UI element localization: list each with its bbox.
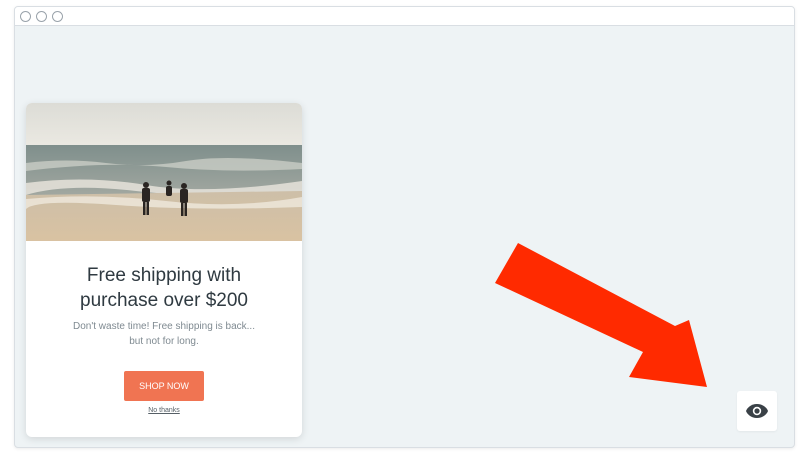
- eye-icon: [746, 404, 768, 418]
- preview-button[interactable]: [737, 391, 777, 431]
- browser-window: Free shipping with purchase over $200 Do…: [14, 6, 795, 448]
- popup-headline: Free shipping with purchase over $200: [26, 263, 302, 313]
- shop-now-button[interactable]: SHOP NOW: [124, 371, 204, 401]
- beach-hero-image: [26, 103, 302, 241]
- window-titlebar: [15, 7, 794, 26]
- window-dot-icon: [20, 11, 31, 22]
- no-thanks-link[interactable]: No thanks: [26, 407, 302, 414]
- headline-line: purchase over $200: [80, 290, 248, 311]
- promo-popup: Free shipping with purchase over $200 Do…: [26, 103, 302, 437]
- popup-subtext: Don't waste time! Free shipping is back.…: [46, 319, 282, 349]
- subtext-line: but not for long.: [129, 336, 199, 347]
- headline-line: Free shipping with: [86, 265, 242, 286]
- subtext-line: Don't waste time! Free shipping is back.…: [73, 321, 255, 332]
- window-dot-icon: [52, 11, 63, 22]
- window-dot-icon: [36, 11, 47, 22]
